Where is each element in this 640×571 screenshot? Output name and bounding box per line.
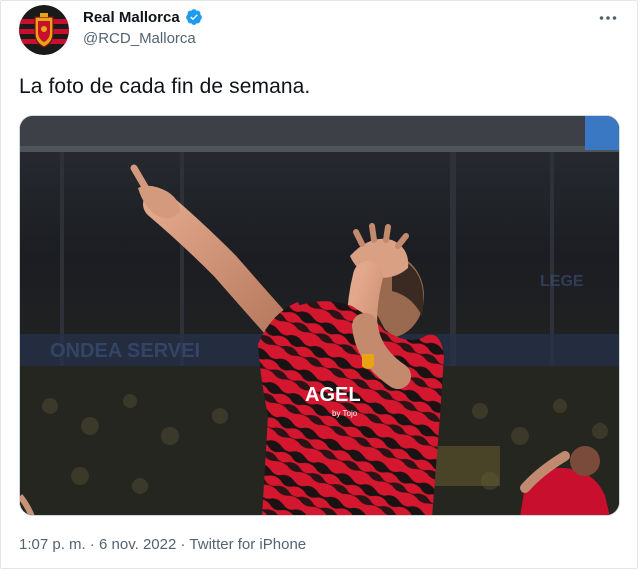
avatar[interactable] <box>19 5 69 55</box>
tweet-card: Real Mallorca @RCD_Mallorca La foto de c… <box>0 0 638 569</box>
jersey-sponsor-sub: by Tojo <box>332 409 358 418</box>
tweet-date[interactable]: 6 nov. 2022 <box>99 536 176 553</box>
meta-separator: · <box>89 536 95 553</box>
author-name[interactable]: Real Mallorca <box>83 9 180 26</box>
player-celebration-image: ONDEA SERVEI LEGE AGEL by Tojo <box>20 116 619 515</box>
tweet-meta: 1:07 p. m. · 6 nov. 2022 · Twitter for i… <box>19 536 306 553</box>
tweet-time[interactable]: 1:07 p. m. <box>19 536 86 553</box>
more-options-icon[interactable] <box>597 9 619 27</box>
tweet-text: La foto de cada fin de semana. <box>19 75 311 98</box>
author-row: Real Mallorca <box>83 8 203 26</box>
svg-text:LEGE: LEGE <box>540 273 584 290</box>
verified-badge-icon <box>185 8 203 26</box>
tweet-source[interactable]: Twitter for iPhone <box>189 536 306 553</box>
svg-text:ONDEA SERVEI: ONDEA SERVEI <box>50 340 200 362</box>
club-crest-icon <box>19 5 69 55</box>
tweet-photo[interactable]: ONDEA SERVEI LEGE AGEL by Tojo <box>19 115 620 516</box>
author-handle[interactable]: @RCD_Mallorca <box>83 30 196 47</box>
jersey-sponsor: AGEL <box>305 384 361 406</box>
meta-separator: · <box>180 536 186 553</box>
